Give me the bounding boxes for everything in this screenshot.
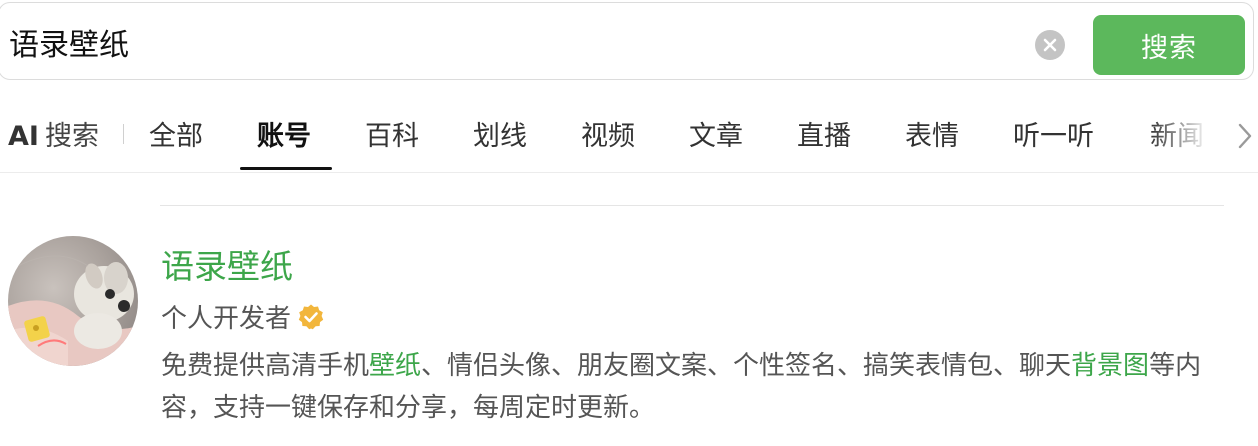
desc-text-1: 免费提供高清手机 — [161, 351, 370, 381]
chevron-right-icon — [1238, 123, 1252, 149]
verified-badge-icon — [297, 303, 325, 331]
search-bar: 搜索 — [0, 2, 1254, 80]
clear-search-button[interactable] — [1035, 30, 1065, 60]
search-category-tabs: AI 搜索 全部 账号 百科 划线 视频 文章 直播 表情 听一听 新闻 — [0, 100, 1258, 172]
tab-separator — [123, 124, 124, 144]
desc-highlight-1: 壁纸 — [369, 351, 422, 381]
ai-label: AI — [8, 121, 39, 152]
tab-encyclopedia[interactable]: 百科 — [365, 114, 419, 153]
tab-listen[interactable]: 听一听 — [1013, 114, 1094, 153]
ai-search-label: 搜索 — [44, 121, 99, 152]
account-name[interactable]: 语录壁纸 — [161, 240, 293, 288]
tab-articles[interactable]: 文章 — [689, 114, 743, 153]
tab-ai-search[interactable]: AI 搜索 — [8, 114, 99, 153]
avatar-image — [8, 236, 138, 366]
tab-all[interactable]: 全部 — [149, 114, 203, 153]
active-tab-indicator — [240, 167, 332, 170]
desc-highlight-2: 背景图 — [1071, 351, 1150, 381]
more-tabs-button[interactable] — [1232, 120, 1258, 152]
tab-highlights[interactable]: 划线 — [473, 114, 527, 153]
tab-accounts[interactable]: 账号 — [257, 114, 311, 153]
account-type-label: 个人开发者 — [161, 304, 292, 334]
search-results-page: 搜索 AI搜索 全部 账号 百科 划线 视频 文章 直播 表情 听一听 新闻 — [0, 0, 1258, 446]
tab-videos[interactable]: 视频 — [581, 114, 635, 153]
avatar[interactable] — [8, 236, 138, 366]
close-icon — [1043, 38, 1057, 52]
account-type-row: 个人开发者 — [161, 298, 325, 335]
tab-news[interactable]: 新闻 — [1150, 114, 1204, 153]
account-description: 免费提供高清手机壁纸、情侣头像、朋友圈文案、个性签名、搞笑表情包、聊天背景图等内… — [161, 345, 1241, 429]
tab-live[interactable]: 直播 — [797, 114, 851, 153]
result-divider — [160, 205, 1224, 206]
tabs-bottom-border — [0, 172, 1258, 173]
search-button[interactable]: 搜索 — [1093, 15, 1245, 75]
search-input[interactable] — [9, 17, 1009, 67]
tab-stickers[interactable]: 表情 — [905, 114, 959, 153]
desc-text-2: 、情侣头像、朋友圈文案、个性签名、搞笑表情包、聊天 — [421, 351, 1072, 381]
